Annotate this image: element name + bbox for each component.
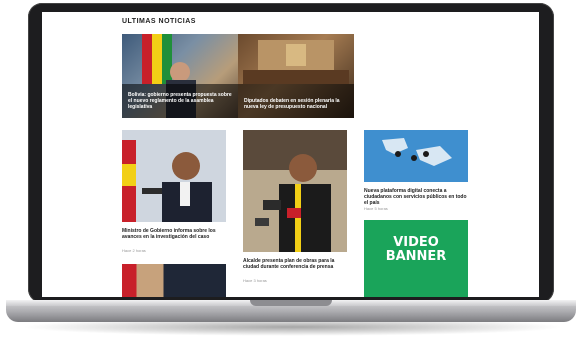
featured-card-1[interactable]: Bolivia: gobierno presenta propuesta sob… <box>122 34 238 118</box>
story-headline-2[interactable]: Alcalde presenta plan de obras para la c… <box>243 258 347 270</box>
story-card-1-image[interactable] <box>122 130 226 222</box>
ad-photo <box>382 138 452 166</box>
section-title: ULTIMAS NOTICIAS <box>122 18 196 25</box>
laptop-notch <box>250 300 332 306</box>
ad-meta: Hace 5 horas <box>364 206 388 211</box>
laptop-screen: ULTIMAS NOTICIAS Bolivia: gobierno prese… <box>42 12 539 297</box>
story-card-2-image[interactable] <box>243 130 347 252</box>
story-meta-2: Hace 3 horas <box>243 278 267 283</box>
featured-headline-2[interactable]: Diputados debaten en sesión plenaria la … <box>244 98 348 110</box>
story-card-3-image[interactable] <box>122 264 226 297</box>
featured-headline-1[interactable]: Bolivia: gobierno presenta propuesta sob… <box>128 92 232 110</box>
ad-caption[interactable]: Nueva plataforma digital conecta a ciuda… <box>364 188 468 206</box>
video-banner-line-1: VIDEO <box>393 235 439 250</box>
story-photo-1 <box>122 140 212 222</box>
video-banner-text[interactable]: VIDEO BANNER <box>364 236 468 264</box>
video-banner-line-2: BANNER <box>385 249 447 264</box>
story-photo-2 <box>243 130 347 252</box>
featured-card-2[interactable]: Diputados debaten en sesión plenaria la … <box>238 34 354 118</box>
ad-card-image[interactable] <box>364 130 468 182</box>
story-meta-1: Hace 2 horas <box>122 248 146 253</box>
story-headline-1[interactable]: Ministro de Gobierno informa sobre los a… <box>122 228 226 240</box>
